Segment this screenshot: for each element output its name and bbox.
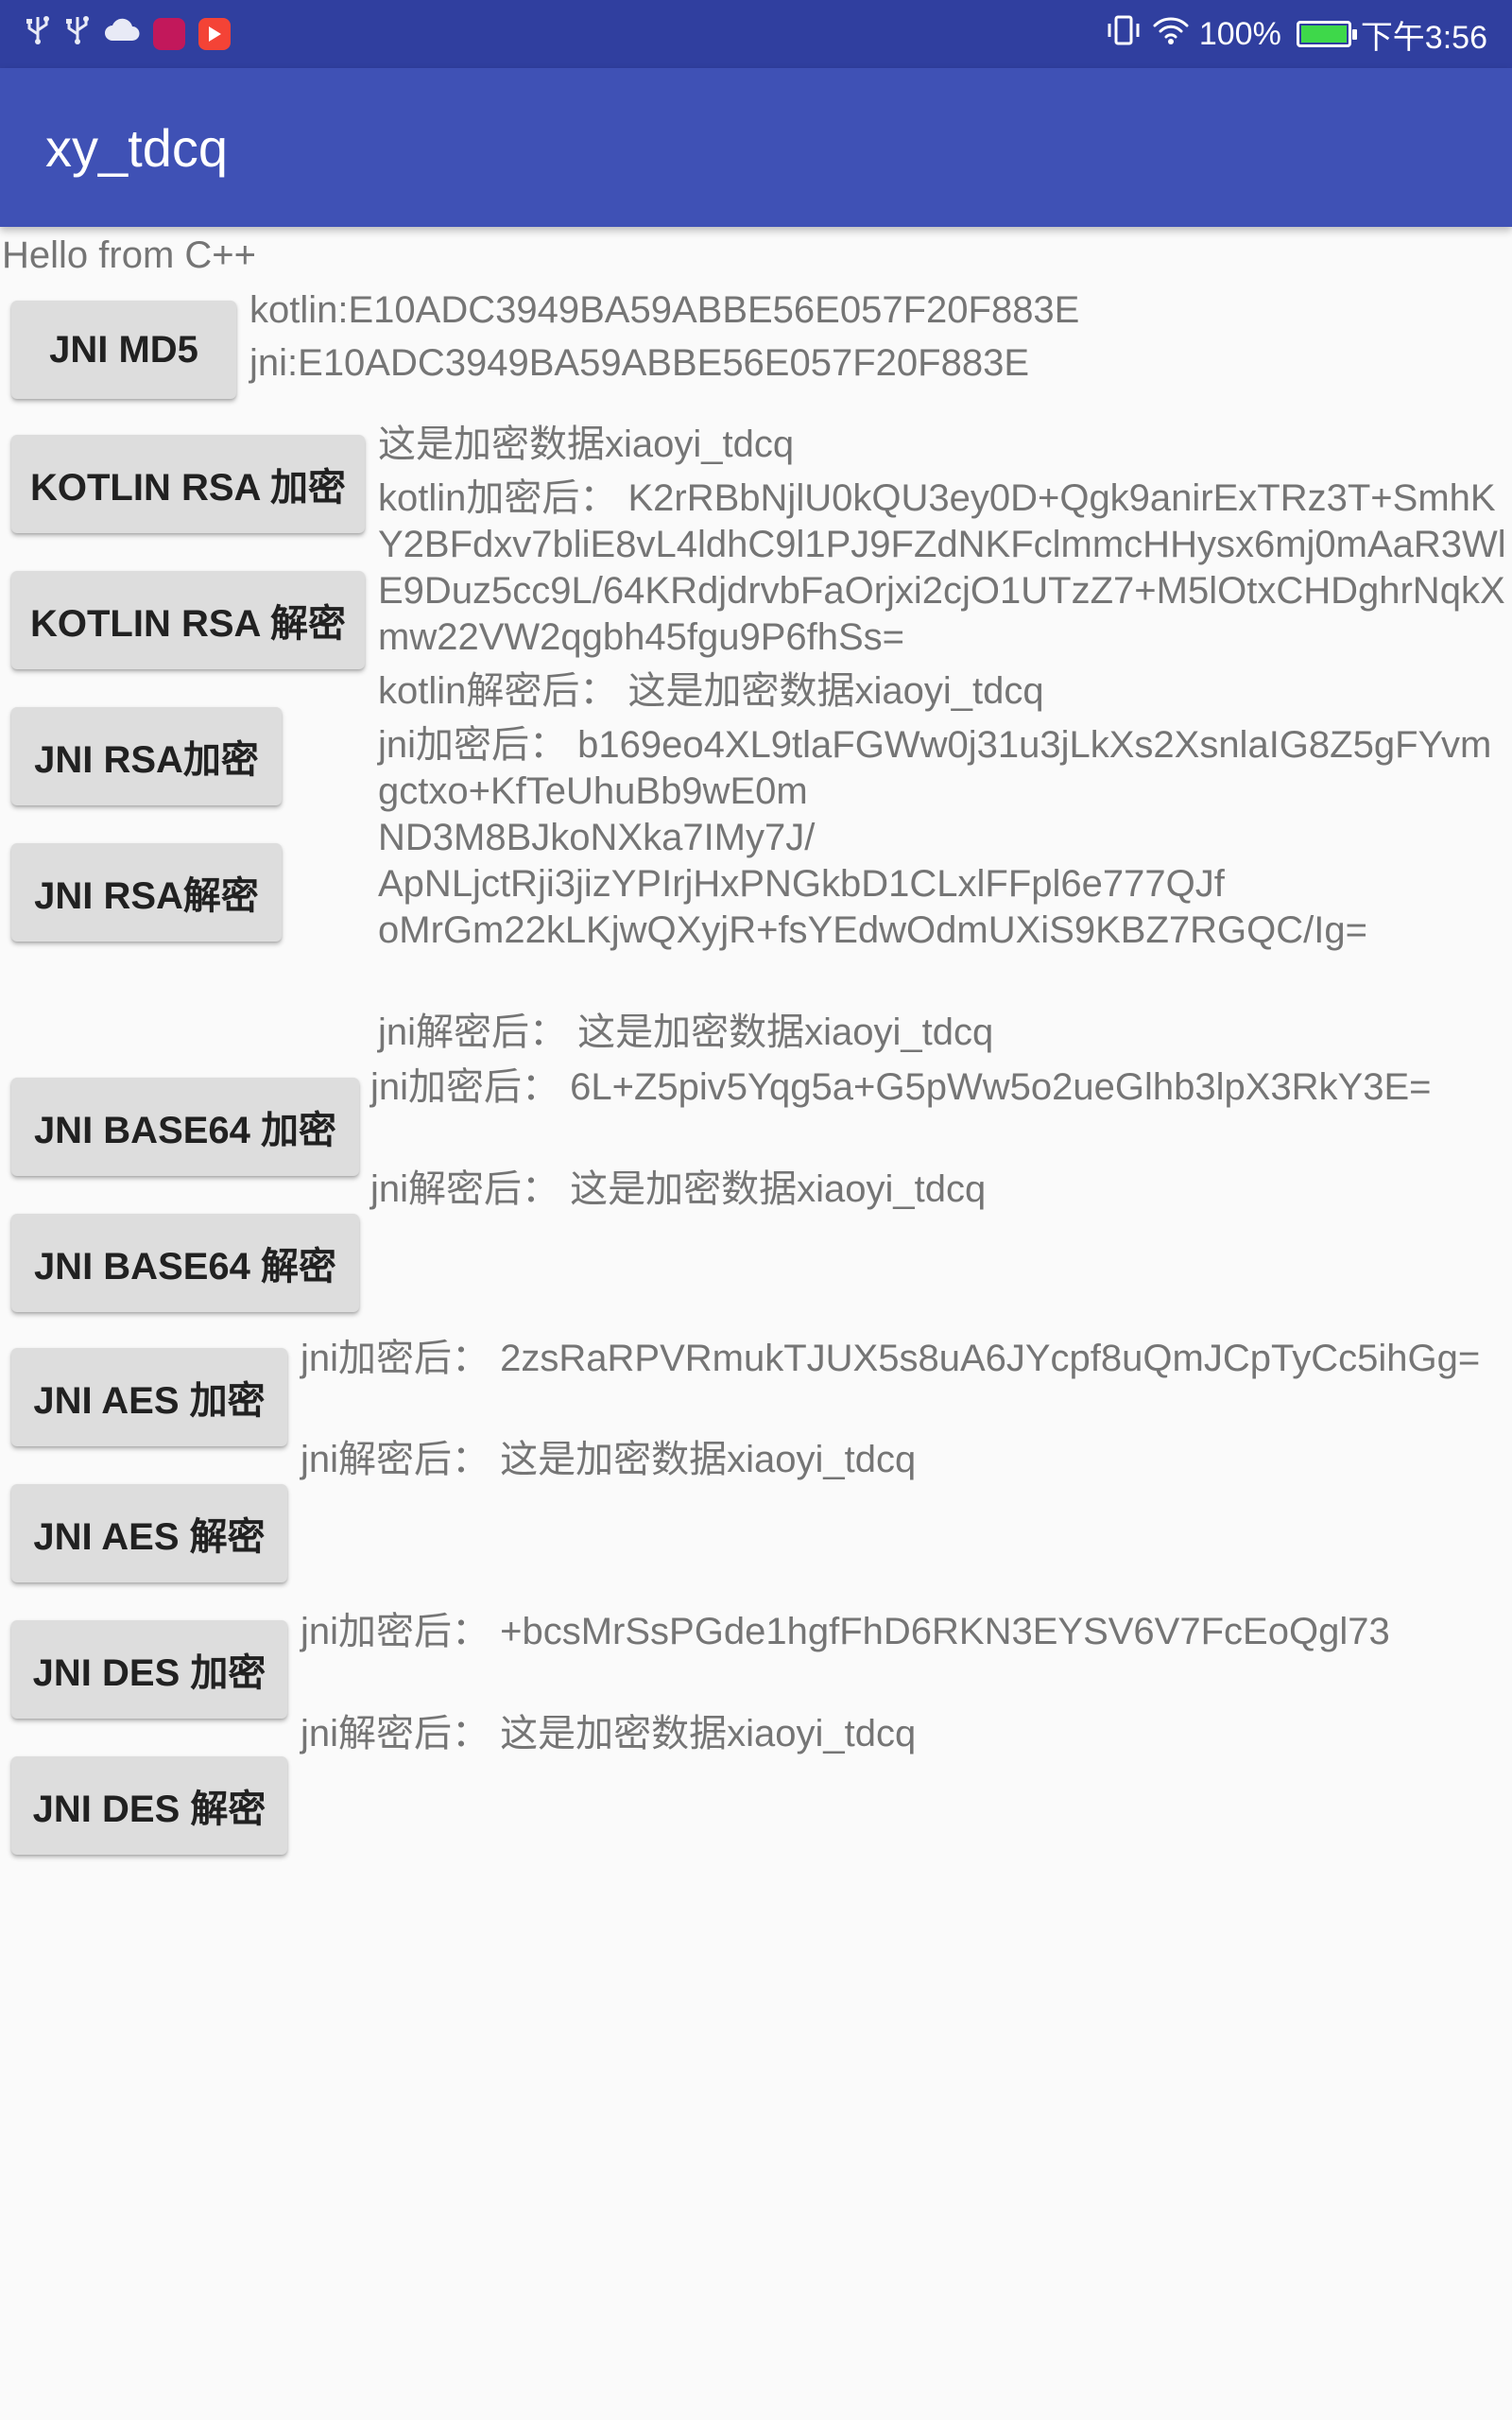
jni-des-decrypt-button[interactable]: JNI DES 解密 bbox=[11, 1756, 287, 1855]
app-icon bbox=[153, 18, 185, 50]
hello-text: Hello from C++ bbox=[2, 234, 256, 276]
md5-kotlin-result: kotlin:E10ADC3949BA59ABBE56E057F20F883E bbox=[249, 289, 1080, 331]
jni-rsa-decrypt-button[interactable]: JNI RSA解密 bbox=[11, 843, 282, 942]
app-icon bbox=[198, 18, 231, 50]
wifi-icon bbox=[1152, 14, 1190, 55]
app-title: xy_tdcq bbox=[45, 118, 228, 178]
usb-icon bbox=[25, 13, 51, 56]
notification-icons bbox=[25, 15, 231, 53]
rsa-kotlin-encrypted: kotlin加密后： K2rRBbNjlU0kQU3ey0D+Qgk9anirE… bbox=[378, 477, 1506, 658]
cloud-icon bbox=[104, 15, 140, 53]
md5-jni-result: jni:E10ADC3949BA59ABBE56E057F20F883E bbox=[249, 342, 1029, 384]
aes-encrypted: jni加密后： 2zsRaRPVRmukTJUX5s8uA6JYcpf8uQmJ… bbox=[301, 1338, 1481, 1379]
aes-decrypted: jni解密后： 这是加密数据xiaoyi_tdcq bbox=[301, 1439, 917, 1480]
system-status: 100% 下午3:56 bbox=[1105, 11, 1487, 57]
kotlin-rsa-encrypt-button[interactable]: KOTLIN RSA 加密 bbox=[11, 435, 365, 533]
rsa-plaintext: 这是加密数据xiaoyi_tdcq bbox=[378, 424, 795, 465]
des-encrypted: jni加密后： +bcsMrSsPGde1hgfFhD6RKN3EYSV6V7F… bbox=[301, 1611, 1390, 1652]
battery-icon bbox=[1296, 21, 1357, 47]
jni-base64-decrypt-button[interactable]: JNI BASE64 解密 bbox=[11, 1214, 359, 1312]
rsa-jni-decrypted: jni解密后： 这是加密数据xiaoyi_tdcq bbox=[378, 1011, 994, 1053]
base64-decrypted: jni解密后： 这是加密数据xiaoyi_tdcq bbox=[370, 1168, 987, 1210]
jni-rsa-encrypt-button[interactable]: JNI RSA加密 bbox=[11, 707, 282, 805]
jni-des-encrypt-button[interactable]: JNI DES 加密 bbox=[11, 1620, 287, 1719]
jni-base64-encrypt-button[interactable]: JNI BASE64 加密 bbox=[11, 1078, 359, 1176]
rsa-kotlin-decrypted: kotlin解密后： 这是加密数据xiaoyi_tdcq bbox=[378, 670, 1044, 712]
des-decrypted: jni解密后： 这是加密数据xiaoyi_tdcq bbox=[301, 1713, 917, 1754]
kotlin-rsa-decrypt-button[interactable]: KOTLIN RSA 解密 bbox=[11, 571, 365, 669]
app-bar: xy_tdcq bbox=[0, 68, 1512, 227]
clock: 下午3:56 bbox=[1360, 19, 1487, 56]
rsa-jni-encrypted: jni加密后： b169eo4XL9tlaFGWw0j31u3jLkXs2Xsn… bbox=[378, 724, 1492, 951]
jni-md5-button[interactable]: JNI MD5 bbox=[11, 301, 236, 399]
jni-aes-encrypt-button[interactable]: JNI AES 加密 bbox=[11, 1348, 287, 1446]
vibrate-icon bbox=[1105, 14, 1143, 55]
status-bar: 100% 下午3:56 bbox=[0, 0, 1512, 68]
usb-icon bbox=[64, 13, 91, 56]
battery-level bbox=[1300, 26, 1347, 43]
base64-encrypted: jni加密后： 6L+Z5piv5Yqg5a+G5pWw5o2ueGlhb3lp… bbox=[370, 1066, 1432, 1108]
battery-percent: 100% bbox=[1198, 15, 1281, 52]
jni-aes-decrypt-button[interactable]: JNI AES 解密 bbox=[11, 1484, 287, 1582]
